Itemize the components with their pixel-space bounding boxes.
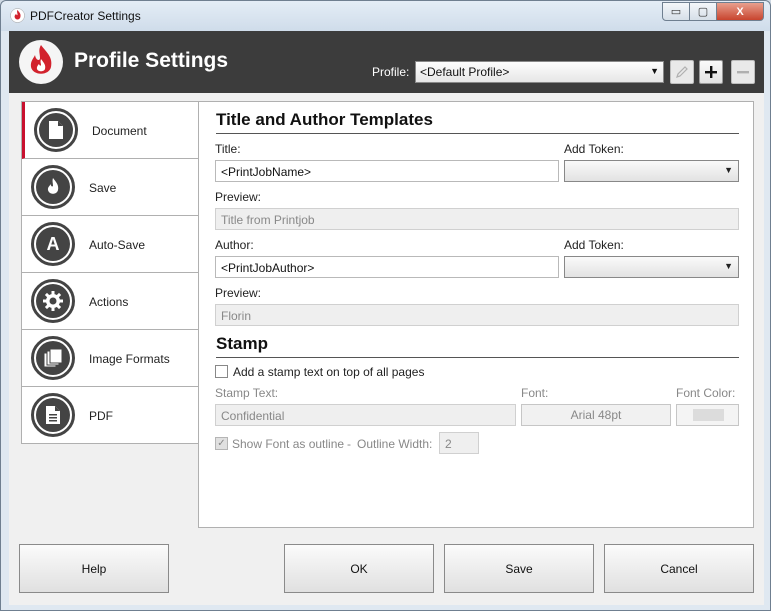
outline-width-input[interactable]: 2 [439,432,479,454]
title-template-input[interactable]: <PrintJobName> [215,160,559,182]
chevron-down-icon: ▼ [650,66,659,76]
font-color-button[interactable] [676,404,739,426]
nav-item-auto-save[interactable]: A Auto-Save [22,216,199,273]
author-template-input[interactable]: <PrintJobAuthor> [215,256,559,278]
author-add-token-dropdown[interactable]: ▼ [564,256,739,278]
close-icon: X [736,5,744,18]
minimize-icon: ▭ [670,6,682,18]
nav-item-label: PDF [89,409,113,423]
title-add-token-label: Add Token: [564,142,624,156]
autosave-a-icon: A [31,222,75,266]
font-color-label: Font Color: [676,386,736,400]
add-stamp-checkbox[interactable] [215,365,228,378]
maximize-icon: ▢ [697,6,709,18]
settings-navigation: Document Save A Auto-Save Actions Image … [21,101,200,444]
title-label: Title: [215,142,241,156]
plus-icon [705,66,717,78]
maximize-button[interactable]: ▢ [689,2,717,21]
nav-item-label: Auto-Save [89,238,146,252]
pdfcreator-app-icon [10,8,25,23]
chevron-down-icon: ▼ [724,261,733,271]
page-title: Profile Settings [74,49,229,72]
flame-logo-icon [30,45,52,74]
title-add-token-dropdown[interactable]: ▼ [564,160,739,182]
help-button[interactable]: Help [19,544,169,593]
close-button[interactable]: X [716,2,764,21]
image-stack-icon [31,336,75,380]
gear-icon [31,279,75,323]
show-outline-checkbox[interactable]: ✓ [215,437,228,450]
nav-item-label: Image Formats [89,352,170,366]
add-profile-button[interactable] [699,60,723,84]
minimize-button[interactable]: ▭ [662,2,690,21]
templates-heading: Title and Author Templates [216,110,433,129]
profile-label: Profile: [372,65,410,79]
nav-item-label: Actions [89,295,129,309]
outline-separator: - [347,437,351,451]
save-button[interactable]: Save [444,544,594,593]
profile-value: <Default Profile> [420,65,510,79]
client-area: Profile Settings Profile: <Default Profi… [9,31,764,605]
pdfcreator-logo [19,40,63,84]
document-settings-panel: Title and Author Templates Title: Add To… [198,101,754,528]
author-preview-field: Florin [215,304,739,326]
author-preview-label: Preview: [215,286,262,300]
stamp-text-input[interactable]: Confidential [215,404,516,426]
nav-item-save[interactable]: Save [22,159,199,216]
stamp-heading: Stamp [216,334,268,353]
settings-window: PDFCreator Settings ▭ ▢ X Profile Settin… [0,0,771,611]
nav-item-image-formats[interactable]: Image Formats [22,330,199,387]
pencil-icon [676,66,688,78]
title-preview-field: Title from Printjob [215,208,739,230]
remove-profile-button[interactable] [731,60,755,84]
nav-item-label: Save [89,181,117,195]
templates-divider [216,133,739,134]
outline-width-label: Outline Width: [357,437,433,451]
nav-item-actions[interactable]: Actions [22,273,199,330]
window-title: PDFCreator Settings [30,9,141,23]
rename-profile-button[interactable] [670,60,694,84]
profile-dropdown[interactable]: <Default Profile> ▼ [415,61,664,83]
pdf-document-icon [31,393,75,437]
nav-item-document[interactable]: Document [22,102,199,159]
header-bar: Profile Settings Profile: <Default Profi… [9,31,764,93]
show-outline-label: Show Font as outline [232,437,345,451]
author-label: Author: [215,238,254,252]
nav-item-pdf[interactable]: PDF [22,387,199,444]
font-color-swatch [693,409,724,421]
document-icon [34,108,78,152]
nav-item-label: Document [92,124,147,138]
author-add-token-label: Add Token: [564,238,624,252]
stamp-text-label: Stamp Text: [215,386,279,400]
chevron-down-icon: ▼ [724,165,733,175]
flame-icon [31,165,75,209]
minus-icon [737,71,749,74]
font-button[interactable]: Arial 48pt [521,404,671,426]
title-preview-label: Preview: [215,190,262,204]
add-stamp-label: Add a stamp text on top of all pages [233,365,425,379]
font-label: Font: [521,386,549,400]
cancel-button[interactable]: Cancel [604,544,754,593]
stamp-divider [216,357,739,358]
ok-button[interactable]: OK [284,544,434,593]
title-bar: PDFCreator Settings ▭ ▢ X [1,1,770,31]
